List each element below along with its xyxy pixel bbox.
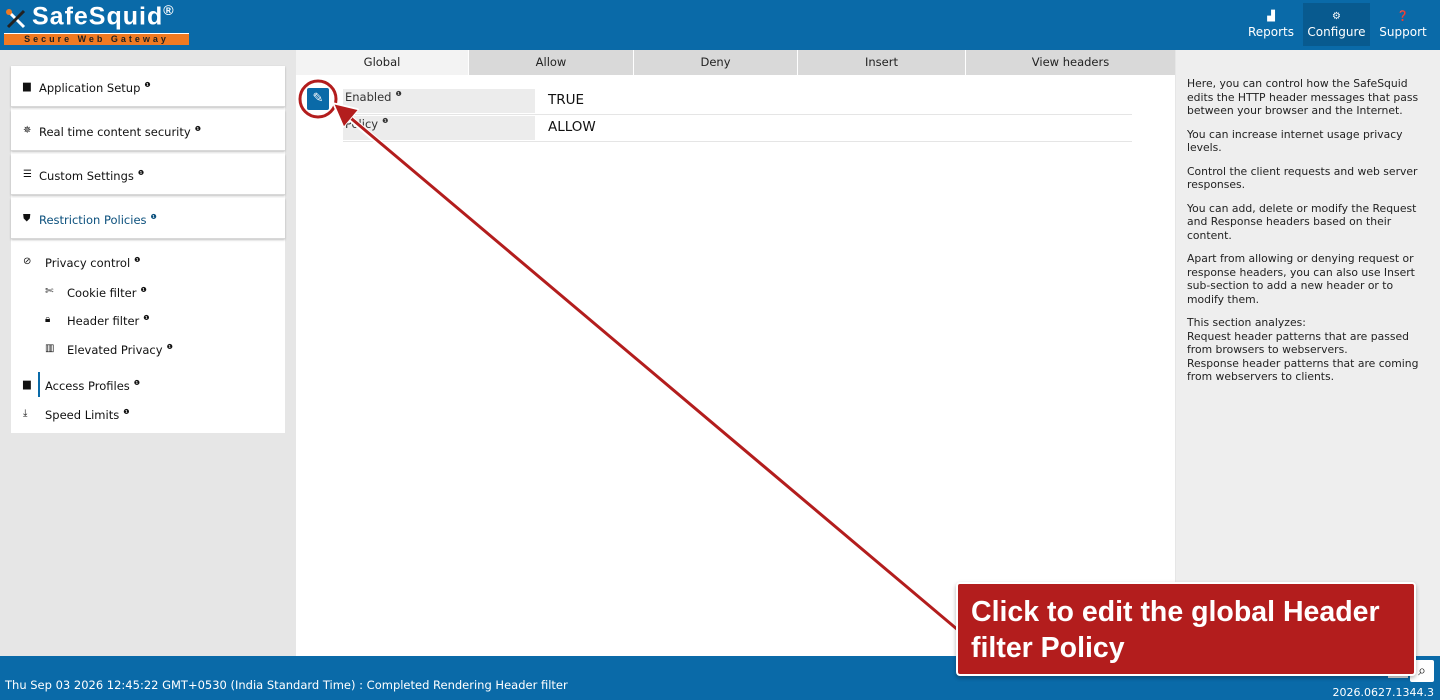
sidebar-item-label: Real time content security ❶ (39, 125, 201, 139)
chart-icon: ▟ (1267, 10, 1275, 22)
info-icon: ❶ (140, 286, 147, 295)
info-icon: ❶ (143, 314, 150, 323)
info-icon: ❶ (123, 408, 130, 417)
bug-icon: ✵ (23, 125, 32, 136)
scissors-icon: ✄ (45, 286, 54, 297)
info-icon: ❶ (194, 125, 201, 134)
tab-bar: Global Allow Deny Insert View headers (296, 50, 1175, 75)
sidebar-item-realtime-content-security[interactable]: ✵ Real time content security ❶ (11, 110, 285, 151)
info-icon: ❶ (133, 379, 141, 388)
search-icon: ⌕ (1418, 663, 1426, 679)
ban-icon: ⊘ (23, 256, 32, 267)
sidebar-item-label: Restriction Policies ❶ (39, 213, 157, 227)
field-row-enabled: Enabled ❶ TRUE (343, 89, 1132, 115)
sidebar-item-application-setup[interactable]: ▆ Application Setup ❶ (11, 66, 285, 107)
nav-configure-label: Configure (1307, 24, 1366, 39)
sliders-icon: ☰ (23, 169, 32, 180)
version-text: 2026.0627.1344.3 (1332, 686, 1434, 699)
info-icon: ❶ (395, 90, 402, 99)
top-bar: SafeSquid® Secure Web Gateway ▟ Reports … (0, 0, 1440, 50)
sidebar-item-label: Custom Settings ❶ (39, 169, 145, 183)
sidebar-item-label: Header filter ❶ (67, 314, 150, 328)
safesquid-logo[interactable]: SafeSquid® Secure Web Gateway (4, 2, 190, 46)
shield-icon: ⛊ (23, 213, 31, 224)
help-text: You can increase internet usage privacy … (1187, 127, 1403, 155)
main-content: Global Allow Deny Insert View headers ✎ … (296, 50, 1175, 656)
tab-deny[interactable]: Deny (633, 50, 797, 75)
field-value: TRUE (548, 92, 585, 108)
nav-configure[interactable]: ⚙ Configure (1303, 3, 1370, 46)
help-text: You can add, delete or modify the Reques… (1187, 201, 1417, 242)
edit-icon: ✎ (312, 91, 324, 106)
question-icon: ❓ (1396, 10, 1410, 22)
barcode-icon: ▥ (45, 343, 55, 354)
callout-text: Click to edit the global Header filter P… (971, 596, 1380, 664)
brand-name: SafeSquid® (32, 2, 175, 31)
sidebar-item-custom-settings[interactable]: ☰ Custom Settings ❶ (11, 154, 285, 195)
edit-policy-button[interactable]: ✎ (307, 88, 329, 110)
sidebar-item-label: Access Profiles ❶ (45, 379, 141, 393)
info-icon: ❶ (166, 343, 173, 352)
brand-tagline: Secure Web Gateway (4, 33, 189, 45)
field-label: Policy ❶ (343, 116, 535, 140)
info-icon: ❶ (134, 256, 141, 265)
help-text: This section analyzes: Request header pa… (1187, 316, 1419, 383)
gears-icon: ⚙ (1332, 10, 1341, 22)
tab-global[interactable]: Global (296, 50, 468, 75)
nav-reports-label: Reports (1247, 24, 1295, 39)
sidebar-item-label: Privacy control ❶ (45, 256, 141, 270)
briefcase-icon: ▆ (23, 81, 31, 92)
sidebar-item-label: Application Setup ❶ (39, 81, 151, 95)
info-icon: ❶ (150, 213, 157, 222)
help-text: Apart from allowing or denying request o… (1187, 252, 1415, 306)
help-text: Control the client requests and web serv… (1187, 164, 1418, 192)
info-icon: ❶ (382, 117, 389, 126)
info-icon: ❶ (144, 81, 151, 90)
help-text: Here, you can control how the SafeSquid … (1187, 77, 1419, 117)
download-icon: ⤓ (23, 408, 28, 419)
field-row-policy: Policy ❶ ALLOW (343, 116, 1132, 142)
help-panel: Here, you can control how the SafeSquid … (1176, 50, 1440, 656)
lock-icon: 🔒︎ (45, 314, 51, 325)
active-item-marker (38, 372, 40, 397)
callout-box: Click to edit the global Header filter P… (956, 582, 1416, 676)
tab-insert[interactable]: Insert (797, 50, 965, 75)
tools-icon (6, 9, 26, 29)
sidebar-item-restriction-policies[interactable]: ⛊ Restriction Policies ❶ (11, 198, 285, 239)
sidebar-item-label: Speed Limits ❶ (45, 408, 130, 422)
tab-view-headers[interactable]: View headers (965, 50, 1175, 75)
nav-support-label: Support (1379, 24, 1427, 39)
nav-reports[interactable]: ▟ Reports (1240, 3, 1302, 46)
tab-allow[interactable]: Allow (468, 50, 633, 75)
sidebar-item-label: Elevated Privacy ❶ (67, 343, 173, 357)
field-value: ALLOW (548, 119, 596, 135)
info-icon: ❶ (137, 169, 145, 178)
status-text: Thu Sep 03 2026 12:45:22 GMT+0530 (India… (5, 678, 568, 692)
briefcase-icon: ▆ (23, 379, 31, 390)
sidebar-item-label: Cookie filter ❶ (67, 286, 147, 300)
sidebar: ▆ Application Setup ❶ ✵ Real time content… (11, 66, 285, 433)
nav-support[interactable]: ❓ Support (1371, 3, 1435, 46)
field-label: Enabled ❶ (343, 89, 535, 113)
